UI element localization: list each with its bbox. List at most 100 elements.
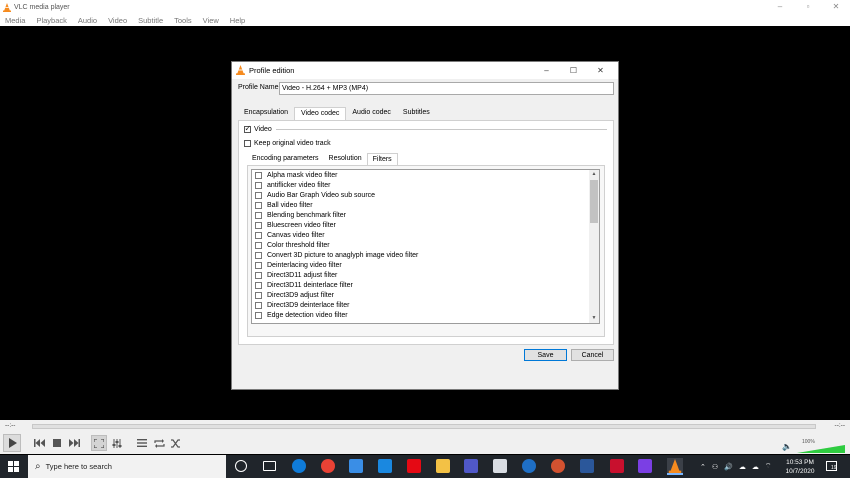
dialog-close-button[interactable]: ✕ <box>587 62 614 79</box>
filter-checkbox[interactable] <box>255 202 262 210</box>
taskbar-search[interactable]: ⌕ Type here to search <box>28 455 226 478</box>
scroll-up-icon[interactable]: ▲ <box>589 170 599 179</box>
start-button[interactable] <box>8 461 19 474</box>
keep-original-checkbox[interactable] <box>244 140 251 147</box>
clock[interactable]: 10:53 PM 10/7/2020 <box>782 458 818 476</box>
calendar-icon[interactable] <box>610 459 624 473</box>
tab-encoding-parameters[interactable]: Encoding parameters <box>247 153 324 165</box>
tab-resolution[interactable]: Resolution <box>324 153 367 165</box>
filter-item[interactable]: Color threshold filter <box>252 241 590 251</box>
app-icon[interactable] <box>638 459 652 473</box>
menu-view[interactable]: View <box>203 16 219 25</box>
filter-item[interactable]: Alpha mask video filter <box>252 171 590 181</box>
dialog-minimize-button[interactable]: – <box>533 62 560 79</box>
filter-item[interactable]: Blending benchmark filter <box>252 211 590 221</box>
mail-icon[interactable] <box>378 459 392 473</box>
loop-button[interactable] <box>151 435 167 451</box>
teams-icon[interactable] <box>464 459 478 473</box>
filter-item[interactable]: Ball video filter <box>252 201 590 211</box>
powerpoint-icon[interactable] <box>551 459 565 473</box>
filter-item[interactable]: antiflicker video filter <box>252 181 590 191</box>
chrome-icon[interactable] <box>321 459 335 473</box>
filter-checkbox[interactable] <box>255 242 262 250</box>
filter-item[interactable]: Direct3D9 adjust filter <box>252 290 590 300</box>
filter-checkbox[interactable] <box>255 261 262 269</box>
chevron-up-icon[interactable]: ⌃ <box>700 463 706 471</box>
previous-button[interactable] <box>31 435 47 451</box>
filter-checkbox[interactable] <box>255 271 262 279</box>
tab-encapsulation[interactable]: Encapsulation <box>238 107 294 120</box>
video-checkbox[interactable] <box>244 124 251 133</box>
menu-video[interactable]: Video <box>108 16 127 25</box>
scroll-down-icon[interactable]: ▼ <box>589 314 599 323</box>
people-icon[interactable]: ⚇ <box>712 463 718 471</box>
filter-checkbox[interactable] <box>255 251 262 259</box>
close-button[interactable]: ✕ <box>822 0 850 14</box>
cancel-button[interactable]: Cancel <box>571 349 614 361</box>
extended-settings-button[interactable] <box>109 435 125 451</box>
filter-item[interactable]: Deinterlacing video filter <box>252 260 590 270</box>
filter-item[interactable]: Bluescreen video filter <box>252 221 590 231</box>
cortana-icon[interactable] <box>235 460 247 472</box>
dialog-maximize-button[interactable]: ☐ <box>560 62 587 79</box>
shuffle-button[interactable] <box>168 435 184 451</box>
onedrive-icon[interactable]: ☁ <box>739 463 746 471</box>
menu-media[interactable]: Media <box>5 16 25 25</box>
menu-help[interactable]: Help <box>230 16 245 25</box>
keep-original-label[interactable]: Keep original video track <box>254 140 331 147</box>
store-icon[interactable] <box>349 459 363 473</box>
notepad-icon[interactable] <box>493 459 507 473</box>
speaker-icon[interactable]: 🔊 <box>724 463 733 471</box>
filter-item[interactable]: Direct3D11 deinterlace filter <box>252 280 590 290</box>
filter-item[interactable]: Direct3D11 adjust filter <box>252 270 590 280</box>
play-button[interactable] <box>3 434 21 452</box>
filter-checkbox[interactable] <box>255 212 262 220</box>
tab-video-codec[interactable]: Video codec <box>293 107 347 121</box>
filter-item[interactable]: Audio Bar Graph Video sub source <box>252 191 590 201</box>
file-explorer-icon[interactable] <box>436 459 450 473</box>
vlc-taskbar-button[interactable] <box>667 458 683 475</box>
filter-checkbox[interactable] <box>255 222 262 230</box>
filter-checkbox[interactable] <box>255 311 262 319</box>
tab-audio-codec[interactable]: Audio codec <box>346 107 397 120</box>
minimize-button[interactable]: – <box>766 0 794 14</box>
filter-item[interactable]: Canvas video filter <box>252 231 590 241</box>
app-icon[interactable] <box>522 459 536 473</box>
volume-slider[interactable] <box>797 445 845 453</box>
scroll-thumb[interactable] <box>590 180 598 223</box>
cloud-icon[interactable]: ☁ <box>752 463 759 471</box>
netflix-icon[interactable] <box>407 459 421 473</box>
filter-checkbox[interactable] <box>255 281 262 289</box>
filter-checkbox[interactable] <box>255 192 262 200</box>
save-button[interactable]: Save <box>524 349 567 361</box>
stop-button[interactable] <box>49 435 65 451</box>
filter-item[interactable]: Direct3D9 deinterlace filter <box>252 300 590 310</box>
seek-bar[interactable] <box>32 424 816 429</box>
menu-subtitle[interactable]: Subtitle <box>138 16 163 25</box>
tab-subtitles[interactable]: Subtitles <box>397 107 436 120</box>
remaining-time[interactable]: --:-- <box>835 422 845 429</box>
playlist-button[interactable] <box>134 435 150 451</box>
fullscreen-button[interactable] <box>91 435 107 451</box>
filter-checkbox[interactable] <box>255 232 262 240</box>
filter-checkbox[interactable] <box>255 301 262 309</box>
filter-checkbox[interactable] <box>255 182 262 190</box>
task-view-icon[interactable] <box>263 461 276 471</box>
filter-list: Alpha mask video filter antiflicker video… <box>251 169 600 324</box>
filter-item[interactable]: Convert 3D picture to anaglyph image vid… <box>252 251 590 261</box>
menu-audio[interactable]: Audio <box>78 16 97 25</box>
filter-checkbox[interactable] <box>255 291 262 299</box>
next-button[interactable] <box>66 435 82 451</box>
menu-tools[interactable]: Tools <box>174 16 192 25</box>
taskbar: ⌕ Type here to search ⌃ ⚇ 🔊 ☁ ☁ ⌔ 10:53 … <box>0 455 850 478</box>
menu-playback[interactable]: Playback <box>36 16 66 25</box>
wifi-icon[interactable]: ⌔ <box>765 462 772 471</box>
word-icon[interactable] <box>580 459 594 473</box>
filter-checkbox[interactable] <box>255 172 262 180</box>
profile-name-input[interactable] <box>279 82 614 95</box>
maximize-button[interactable]: ▫ <box>794 0 822 14</box>
edge-icon[interactable] <box>292 459 306 473</box>
filter-scrollbar[interactable]: ▲ ▼ <box>589 170 599 323</box>
volume-icon[interactable]: 🔈 <box>782 442 792 451</box>
filter-item[interactable]: Edge detection video filter <box>252 310 590 320</box>
